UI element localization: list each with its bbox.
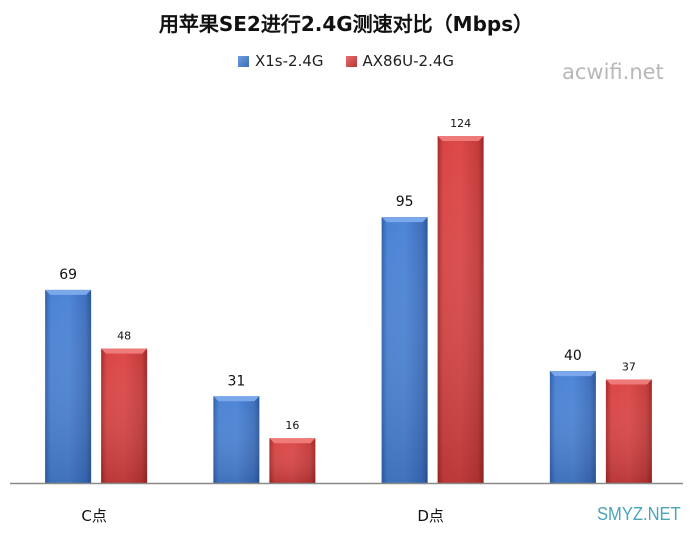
x-tick-label-0: C点 [81,507,106,525]
bar-x1s-2 [381,217,428,483]
bar-x1s-1 [213,396,260,483]
bar-bevel [101,348,148,354]
bar-shade [549,371,596,483]
data-label-x1s-1: 31 [227,373,245,389]
data-label-x1s-3: 40 [564,348,582,364]
bar-ax86u-1 [269,438,316,483]
data-label-ax86u-2: 124 [450,117,471,130]
bar-bevel [605,379,652,385]
data-label-ax86u-0: 48 [117,330,131,343]
bar-chart: 69 48 C点 31 16 95 124 D点 40 37 [10,117,683,525]
bar-ax86u-0 [101,348,148,483]
bar-shade [213,396,260,483]
bar-shade [45,289,92,483]
data-label-x1s-2: 95 [396,194,414,210]
data-label-ax86u-3: 37 [622,360,636,373]
bar-shade [269,438,316,483]
bar-bevel [381,217,428,223]
bar-bevel [437,136,484,141]
data-label-x1s-0: 69 [59,267,77,283]
bar-bevel [213,396,260,402]
bar-bevel [269,438,316,444]
bar-ax86u-2 [437,136,484,483]
bar-shade [101,348,148,483]
bar-bevel [45,289,92,295]
data-label-ax86u-1: 16 [285,419,299,432]
bar-bevel [549,371,596,377]
bar-x1s-0 [45,289,92,483]
x-tick-label-2: D点 [417,507,444,525]
bar-shade [605,379,652,483]
bar-shade [381,217,428,483]
bar-x1s-3 [549,371,596,483]
bar-shade [437,136,484,483]
bar-ax86u-3 [605,379,652,483]
